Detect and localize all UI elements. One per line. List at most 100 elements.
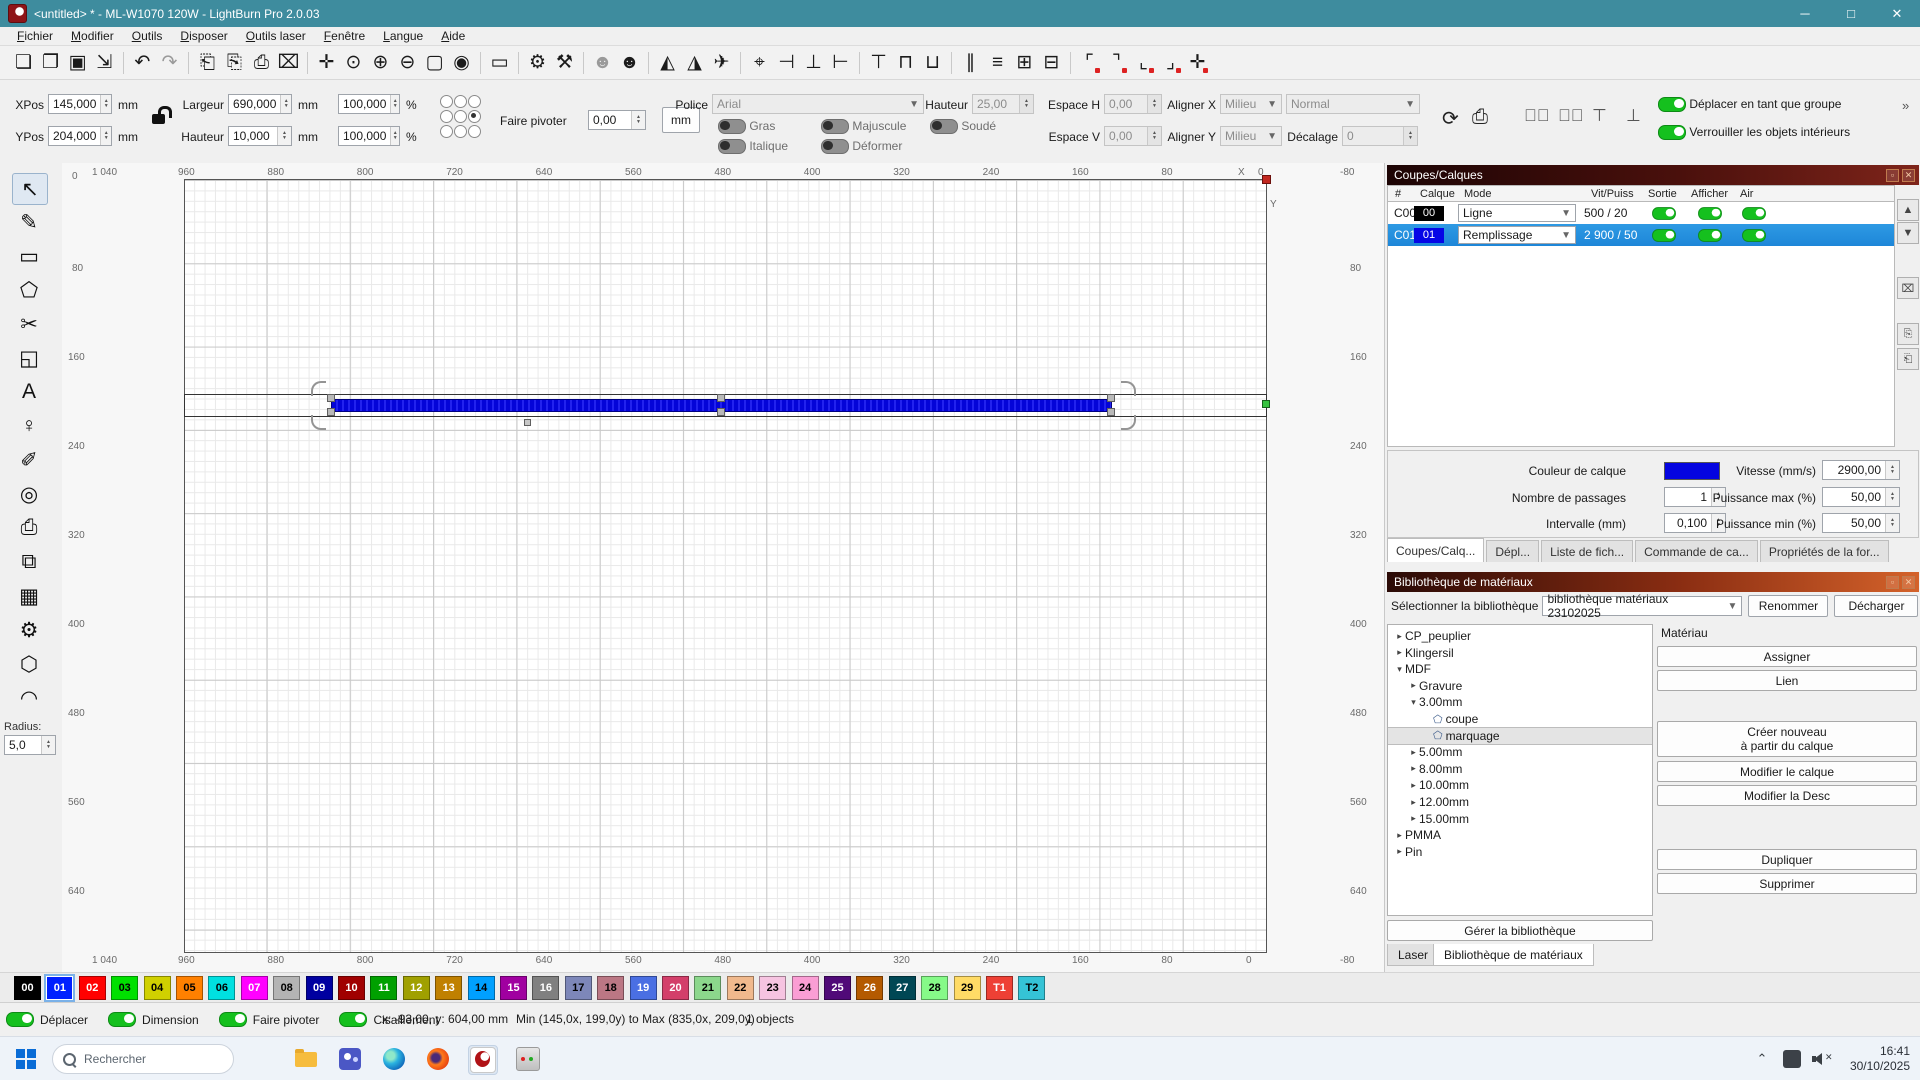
palette-color-00[interactable]: 00 — [14, 976, 41, 1000]
palette-color-28[interactable]: 28 — [921, 976, 948, 1000]
palette-color-T2[interactable]: T2 — [1018, 976, 1045, 1000]
move-laser-lower-left-icon[interactable]: ⌞ — [1130, 49, 1157, 77]
zoom-in-icon[interactable]: ⊕ — [367, 49, 394, 77]
unload-library-button[interactable]: Décharger — [1834, 595, 1918, 617]
align-to-top-icon[interactable]: ⊤ — [1592, 106, 1607, 126]
tree-item-marquage[interactable]: ⬠marquage — [1388, 728, 1652, 744]
palette-color-01[interactable]: 01 — [46, 976, 73, 1000]
menu-outils[interactable]: Outils — [123, 29, 172, 43]
palette-color-19[interactable]: 19 — [630, 976, 657, 1000]
distribute-vertical-icon[interactable]: ≡ — [984, 49, 1011, 77]
rectangle-tool[interactable]: ▭ — [12, 241, 46, 271]
palette-color-29[interactable]: 29 — [954, 976, 981, 1000]
origin-dot-4[interactable] — [454, 110, 467, 123]
layer-mode-select[interactable]: Remplissage▼ — [1458, 226, 1576, 244]
copy-icon[interactable]: ⎘ — [221, 49, 248, 77]
library-float-icon[interactable]: ▫ — [1886, 576, 1899, 589]
tree-item-5-00mm[interactable]: ▸5.00mm — [1388, 744, 1652, 760]
width-input[interactable]: 690,000▲▼ — [228, 94, 292, 114]
palette-color-25[interactable]: 25 — [824, 976, 851, 1000]
menu-outils-laser[interactable]: Outils laser — [237, 29, 315, 43]
duplicate-button[interactable]: Dupliquer — [1657, 849, 1917, 870]
layer-color-swatch[interactable]: 00 — [1414, 206, 1444, 221]
layer-row-C00[interactable]: C0000Ligne▼500 / 20 — [1388, 202, 1894, 224]
palette-color-08[interactable]: 08 — [273, 976, 300, 1000]
layer-row-C01[interactable]: C0101Remplissage▼2 900 / 50 — [1388, 224, 1894, 246]
selection-handle-bottom-right[interactable] — [1107, 408, 1115, 416]
align-right-icon[interactable]: ⊢ — [827, 49, 854, 77]
paste-icon[interactable]: ⎙ — [248, 49, 275, 77]
tree-item-coupe[interactable]: ⬠coupe — [1388, 711, 1652, 727]
edit-layer-button[interactable]: Modifier le calque — [1657, 761, 1917, 782]
tree-item-pin[interactable]: ▸Pin — [1388, 844, 1652, 860]
palette-color-18[interactable]: 18 — [597, 976, 624, 1000]
select-tool[interactable]: ↖ — [12, 173, 48, 205]
palette-color-17[interactable]: 17 — [565, 976, 592, 1000]
height-input[interactable]: 10,000▲▼ — [228, 126, 292, 146]
speed-input[interactable]: 2900,00▲▼ — [1822, 460, 1900, 480]
palette-color-12[interactable]: 12 — [403, 976, 430, 1000]
layer-show-toggle[interactable] — [1698, 229, 1722, 242]
space-evenly-h-icon[interactable]: ⊞ — [1011, 49, 1038, 77]
layer-output-toggle[interactable] — [1652, 207, 1676, 220]
layer-copy-settings-button[interactable]: ⎘ — [1897, 323, 1919, 345]
edge-icon[interactable] — [380, 1045, 408, 1073]
manage-library-button[interactable]: Gérer la bibliothèque — [1387, 920, 1653, 941]
dock-tab-liste-de-fich[interactable]: Liste de fich... — [1541, 540, 1633, 562]
palette-color-07[interactable]: 07 — [241, 976, 268, 1000]
menu-modifier[interactable]: Modifier — [62, 29, 123, 43]
redo-icon[interactable]: ↷ — [156, 49, 183, 77]
start-button[interactable] — [12, 1045, 40, 1073]
rename-library-button[interactable]: Renommer — [1748, 595, 1828, 617]
status-toggle-d-placer[interactable] — [6, 1012, 34, 1027]
selection-handle-top-right[interactable] — [1107, 394, 1115, 402]
shape-tool[interactable]: ⬡ — [12, 649, 46, 679]
maximize-button[interactable]: □ — [1828, 0, 1874, 27]
palette-color-13[interactable]: 13 — [435, 976, 462, 1000]
import-icon[interactable]: ⇲ — [91, 49, 118, 77]
origin-dot-2[interactable] — [468, 95, 481, 108]
origin-dot-3[interactable] — [440, 110, 453, 123]
palette-color-09[interactable]: 09 — [306, 976, 333, 1000]
text-tool[interactable]: A — [12, 377, 46, 407]
design-canvas[interactable]: 1 0401 040960960880880800800720720640640… — [62, 163, 1384, 973]
node-edit-tool[interactable]: ✂ — [12, 309, 46, 339]
radius-input[interactable]: 5,0▲▼ — [4, 735, 56, 755]
link-button[interactable]: Lien — [1657, 670, 1917, 691]
close-button[interactable]: ✕ — [1874, 0, 1920, 27]
rotate-handle-top-left[interactable] — [311, 381, 326, 396]
layer-move-down-button[interactable]: ▼ — [1897, 222, 1919, 244]
align-y-select[interactable]: Milieu▼ — [1220, 126, 1282, 146]
aspect-lock-icon[interactable] — [152, 114, 165, 124]
layer-paste-settings-button[interactable]: ⎗ — [1897, 348, 1919, 370]
layer-air-toggle[interactable] — [1742, 207, 1766, 220]
move-laser-upper-left-icon[interactable]: ⌜ — [1076, 49, 1103, 77]
origin-dot-1[interactable] — [454, 95, 467, 108]
mirror-icon[interactable]: ◮ — [681, 49, 708, 77]
status-toggle-faire-pivoter[interactable] — [219, 1012, 247, 1027]
new-file-icon[interactable]: ❏ — [10, 49, 37, 77]
center-vertical-icon[interactable]: ⊔ — [919, 49, 946, 77]
palette-color-20[interactable]: 20 — [662, 976, 689, 1000]
origin-dot-5[interactable] — [468, 110, 481, 123]
circle-tool[interactable]: ◎ — [12, 479, 46, 509]
palette-color-22[interactable]: 22 — [727, 976, 754, 1000]
material-library-icon[interactable]: ☻ — [589, 49, 616, 77]
lock-inner-objects-toggle[interactable] — [1658, 125, 1686, 140]
palette-color-16[interactable]: 16 — [532, 976, 559, 1000]
taskbar-clock[interactable]: 16:41 30/10/2025 — [1850, 1044, 1910, 1074]
assign-button[interactable]: Assigner — [1657, 646, 1917, 667]
volume-muted-icon[interactable]: ✕ — [1806, 1045, 1834, 1073]
menu-fen-tre[interactable]: Fenêtre — [315, 29, 374, 43]
user-account-icon[interactable]: ☻ — [616, 49, 643, 77]
send-to-laser-icon[interactable]: ✈ — [708, 49, 735, 77]
selection-handle-bottom-middle[interactable] — [717, 408, 725, 416]
dock-tab-d-pl[interactable]: Dépl... — [1486, 540, 1539, 562]
dock-tab-propri-t-s-de-la-for[interactable]: Propriétés de la for... — [1760, 540, 1889, 562]
tray-expand-chevron[interactable]: ⌃ — [1748, 1045, 1776, 1073]
palette-color-21[interactable]: 21 — [694, 976, 721, 1000]
draw-line-tool[interactable]: ✎ — [12, 207, 46, 237]
origin-dot-7[interactable] — [454, 125, 467, 138]
align-bottom-icon[interactable]: ⊥ — [800, 49, 827, 77]
move-laser-lower-right-icon[interactable]: ⌟ — [1157, 49, 1184, 77]
